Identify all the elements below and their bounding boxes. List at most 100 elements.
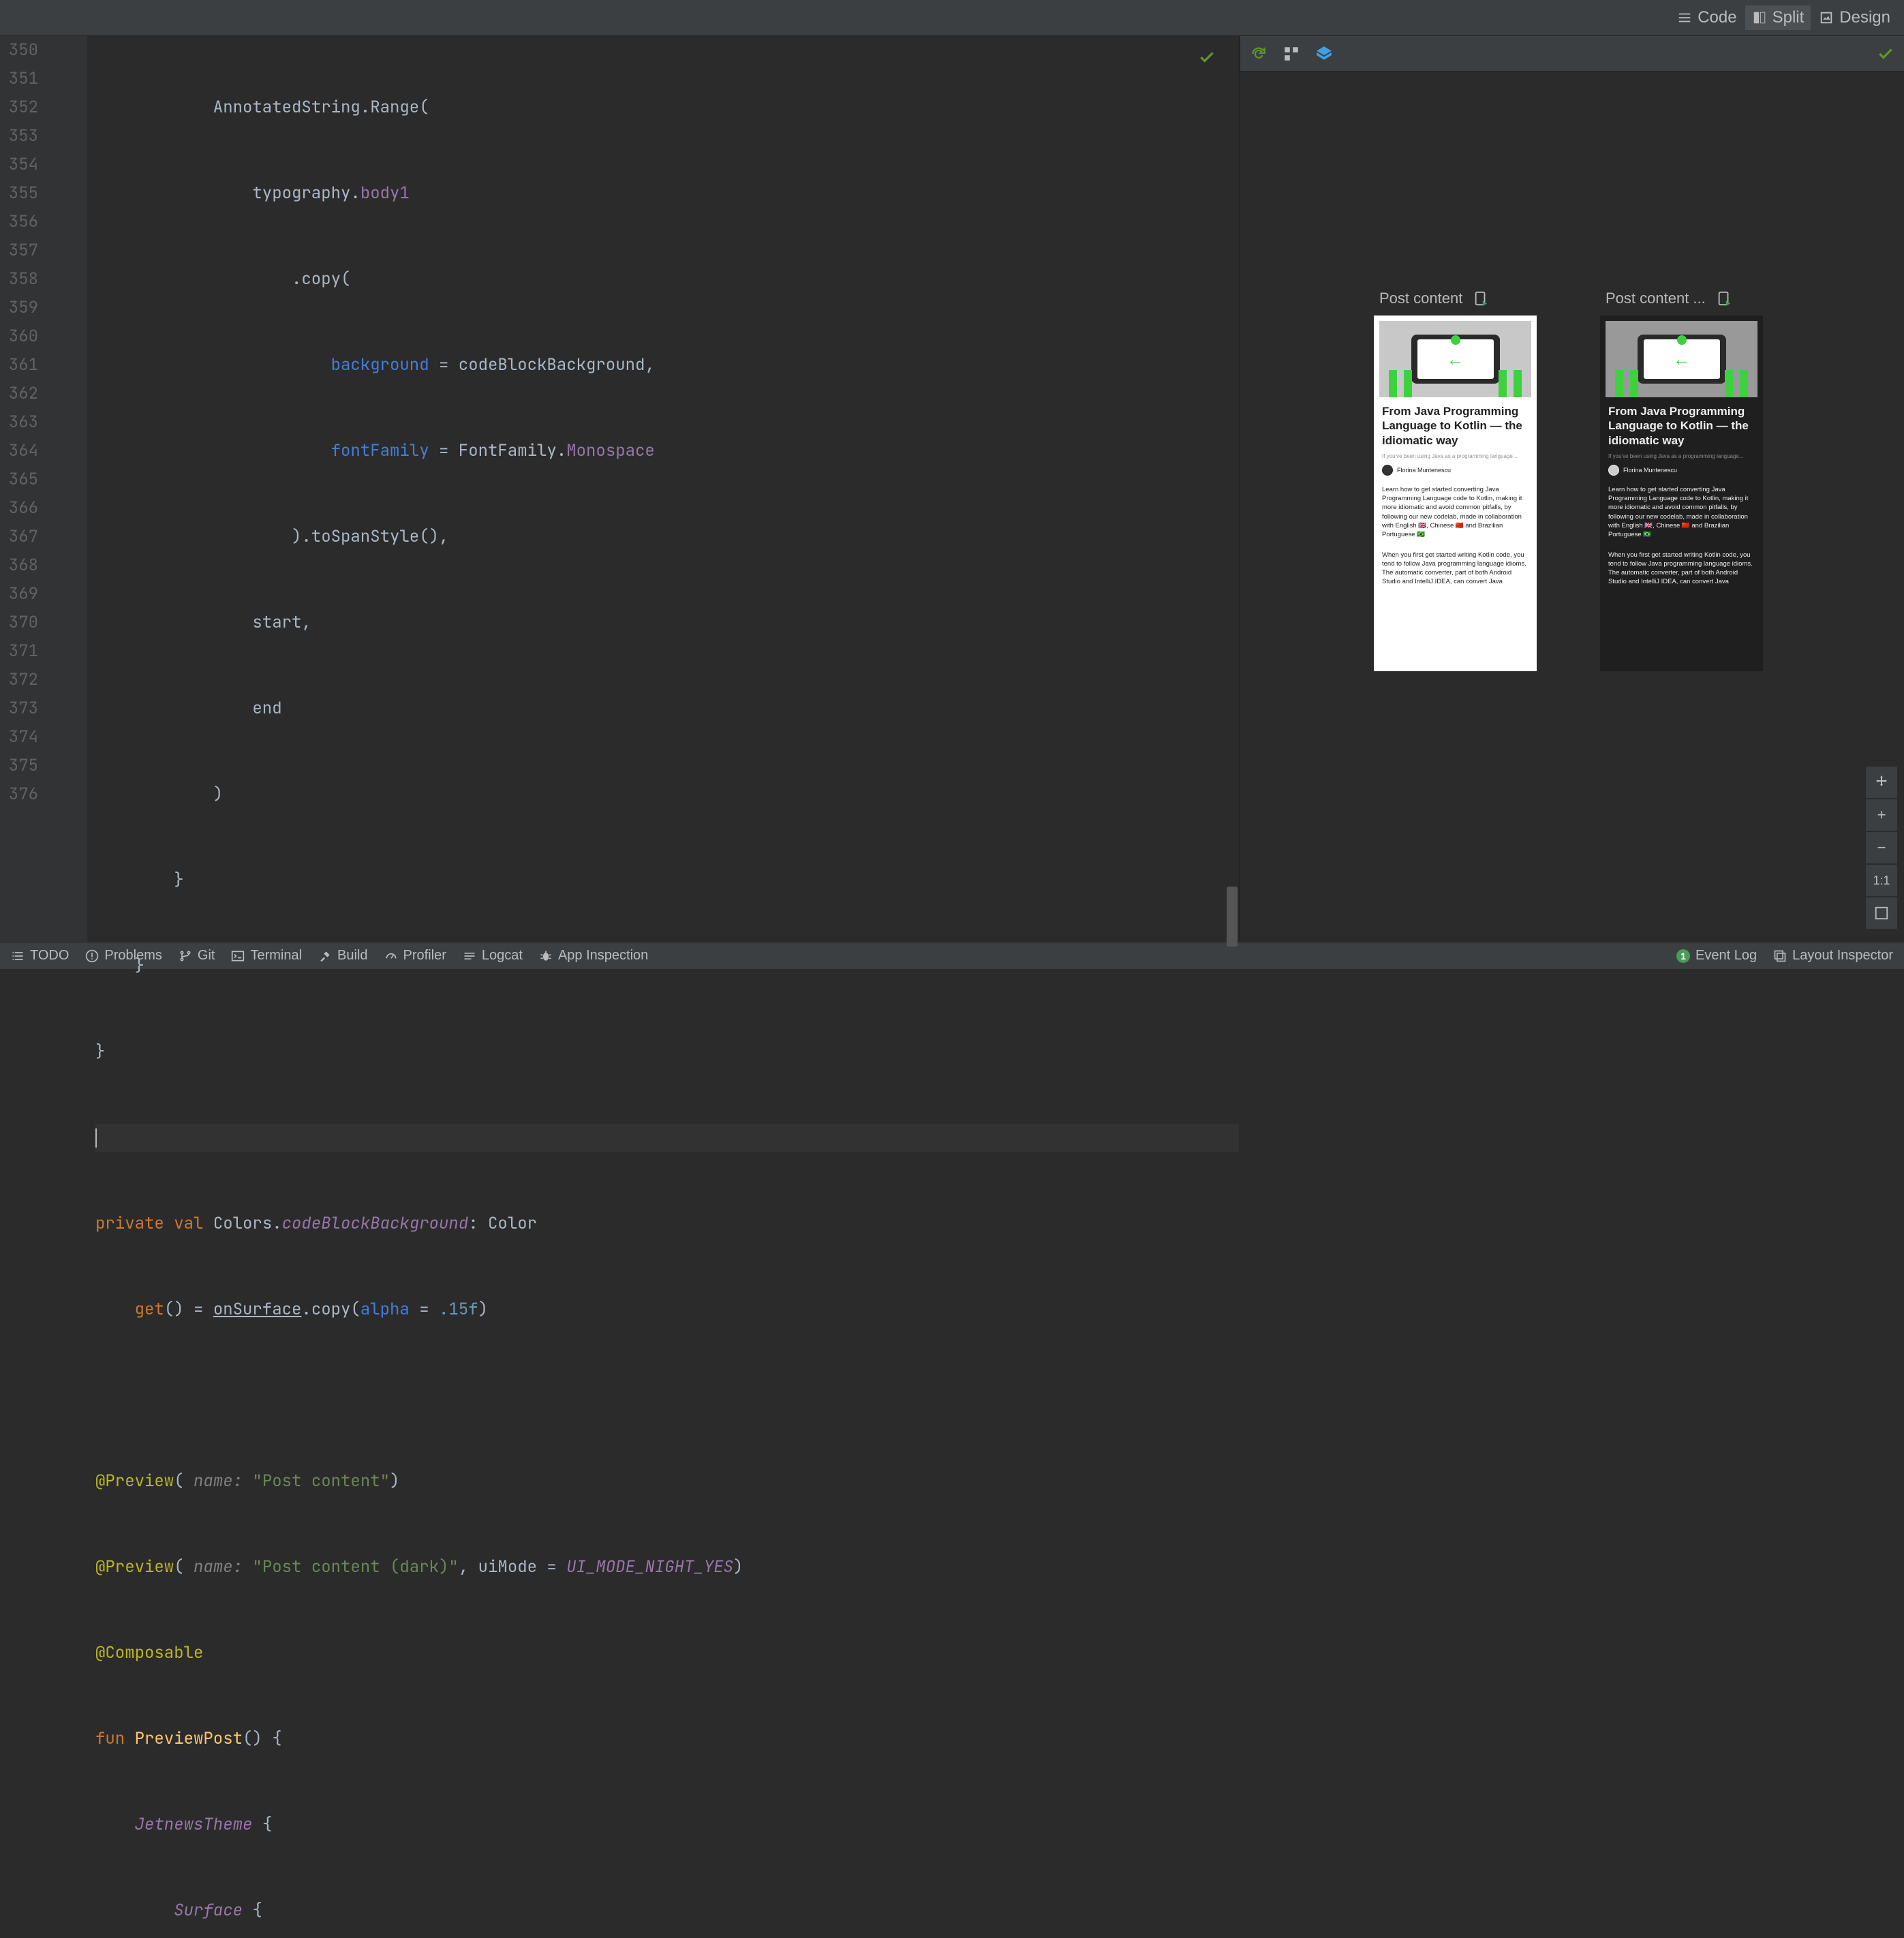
code-text: ) [95, 784, 223, 805]
line-number: 360 [0, 322, 38, 351]
view-mode-toolbar: Code Split Design [0, 0, 1904, 35]
inspection-ok-icon[interactable] [1198, 48, 1216, 71]
code-text: onSurface [213, 1299, 302, 1320]
line-number: 359 [0, 294, 38, 322]
article-title: From Java Programming Language to Kotlin… [1374, 397, 1537, 452]
layout-inspector-tool[interactable]: Layout Inspector [1773, 948, 1893, 964]
code-text: { [252, 1814, 272, 1835]
author-name: Florina Muntenescu [1397, 467, 1451, 474]
author-name: Florina Muntenescu [1623, 467, 1677, 474]
view-split-label: Split [1772, 8, 1805, 27]
line-number: 362 [0, 380, 38, 408]
zoom-out-button[interactable]: − [1866, 832, 1897, 863]
code-text: name: [194, 1556, 243, 1578]
view-design-button[interactable]: Design [1812, 5, 1897, 30]
avatar-icon [1608, 465, 1619, 476]
code-text: Surface [174, 1900, 243, 1921]
code-text: : Color [468, 1213, 537, 1234]
surface-config-icon[interactable] [1283, 45, 1300, 63]
code-text: ) [478, 1299, 488, 1320]
code-text: Colors. [203, 1213, 281, 1234]
checklist-icon [11, 949, 25, 963]
preview-panel: Post content ← From Java Programming Lan… [1240, 36, 1904, 942]
code-text: .copy( [95, 268, 350, 290]
view-split-button[interactable]: Split [1745, 5, 1811, 30]
line-number: 361 [0, 351, 38, 380]
line-number: 350 [0, 36, 38, 65]
editor-scrollbar-thumb[interactable] [1227, 887, 1238, 947]
line-number: 368 [0, 551, 38, 580]
preview-item-dark[interactable]: Post content ... ← From Java Programming… [1600, 316, 1763, 671]
code-text: } [95, 1041, 105, 1062]
line-number: 365 [0, 465, 38, 494]
code-text: UI_MODE_NIGHT_YES [566, 1556, 733, 1578]
preview-item-light[interactable]: Post content ← From Java Programming Lan… [1374, 316, 1537, 671]
article-body: Learn how to get started converting Java… [1600, 480, 1763, 545]
zoom-controls: + − 1:1 [1866, 767, 1897, 929]
code-text: = FontFamily. [429, 440, 567, 461]
article-meta: If you've been using Java as a programmi… [1600, 452, 1763, 461]
code-text: name: [194, 1471, 243, 1492]
view-design-label: Design [1839, 8, 1890, 27]
code-text: background [331, 354, 429, 375]
image-icon [1819, 10, 1834, 25]
code-text: @Preview [95, 1556, 174, 1578]
code-text: val [164, 1213, 204, 1234]
code-text: ) [733, 1556, 743, 1578]
preview-label: Post content [1379, 290, 1462, 307]
code-text: alpha [360, 1299, 410, 1320]
layers-icon[interactable] [1315, 45, 1333, 63]
zoom-fit-button[interactable] [1866, 897, 1897, 929]
code-text: () = [164, 1299, 213, 1320]
code-text: @Preview [95, 1471, 174, 1492]
code-text: typography. [95, 183, 360, 204]
code-text: ) [390, 1471, 399, 1492]
code-text: codeBlockBackground [282, 1213, 469, 1234]
pan-button[interactable] [1866, 767, 1897, 798]
status-label: Event Log [1695, 948, 1757, 964]
code-text [95, 440, 331, 461]
avatar-icon [1382, 465, 1393, 476]
code-text: AnnotatedString.Range( [95, 97, 429, 118]
article-meta: If you've been using Java as a programmi… [1374, 452, 1537, 461]
code-text: get [95, 1299, 164, 1320]
view-code-button[interactable]: Code [1670, 5, 1743, 30]
zoom-label: 1:1 [1873, 874, 1890, 888]
zoom-actual-button[interactable]: 1:1 [1866, 865, 1897, 896]
article-body: Learn how to get started converting Java… [1374, 480, 1537, 545]
line-number: 367 [0, 523, 38, 551]
code-text: ( [174, 1471, 194, 1492]
line-number: 364 [0, 437, 38, 465]
status-label: Layout Inspector [1792, 948, 1893, 964]
line-number: 366 [0, 494, 38, 523]
event-log-tool[interactable]: 1 Event Log [1676, 948, 1757, 964]
code-text: , uiMode = [459, 1556, 566, 1578]
line-number: 369 [0, 580, 38, 609]
preview-mock-light: ← From Java Programming Language to Kotl… [1374, 316, 1537, 671]
code-text-area[interactable]: AnnotatedString.Range( typography.body1 … [87, 36, 1239, 942]
code-text: .15f [439, 1299, 478, 1320]
line-number: 371 [0, 637, 38, 666]
notification-count-badge: 1 [1676, 949, 1690, 963]
article-body: When you first get started writing Kotli… [1374, 545, 1537, 592]
article-title: From Java Programming Language to Kotlin… [1600, 397, 1763, 452]
preview-canvas[interactable]: Post content ← From Java Programming Lan… [1240, 72, 1904, 942]
code-text: ).toSpanStyle(), [95, 526, 448, 547]
code-text: PreviewPost [125, 1728, 243, 1749]
split-icon [1752, 10, 1767, 25]
code-text: start, [95, 612, 311, 633]
zoom-in-button[interactable]: + [1866, 799, 1897, 831]
refresh-icon[interactable] [1250, 45, 1268, 63]
main-area: 350 351 352 353 354 355 356 357 358 359 … [0, 35, 1904, 942]
code-text: Monospace [566, 440, 655, 461]
code-text: = [410, 1299, 439, 1320]
device-deploy-icon[interactable] [1473, 291, 1488, 306]
todo-tool[interactable]: TODO [11, 948, 69, 964]
line-number: 351 [0, 65, 38, 93]
line-number: 357 [0, 236, 38, 265]
device-deploy-icon[interactable] [1717, 291, 1732, 306]
view-code-label: Code [1698, 8, 1736, 27]
preview-ok-icon[interactable] [1877, 45, 1894, 63]
code-text: } [95, 870, 184, 891]
code-text: .copy( [301, 1299, 360, 1320]
